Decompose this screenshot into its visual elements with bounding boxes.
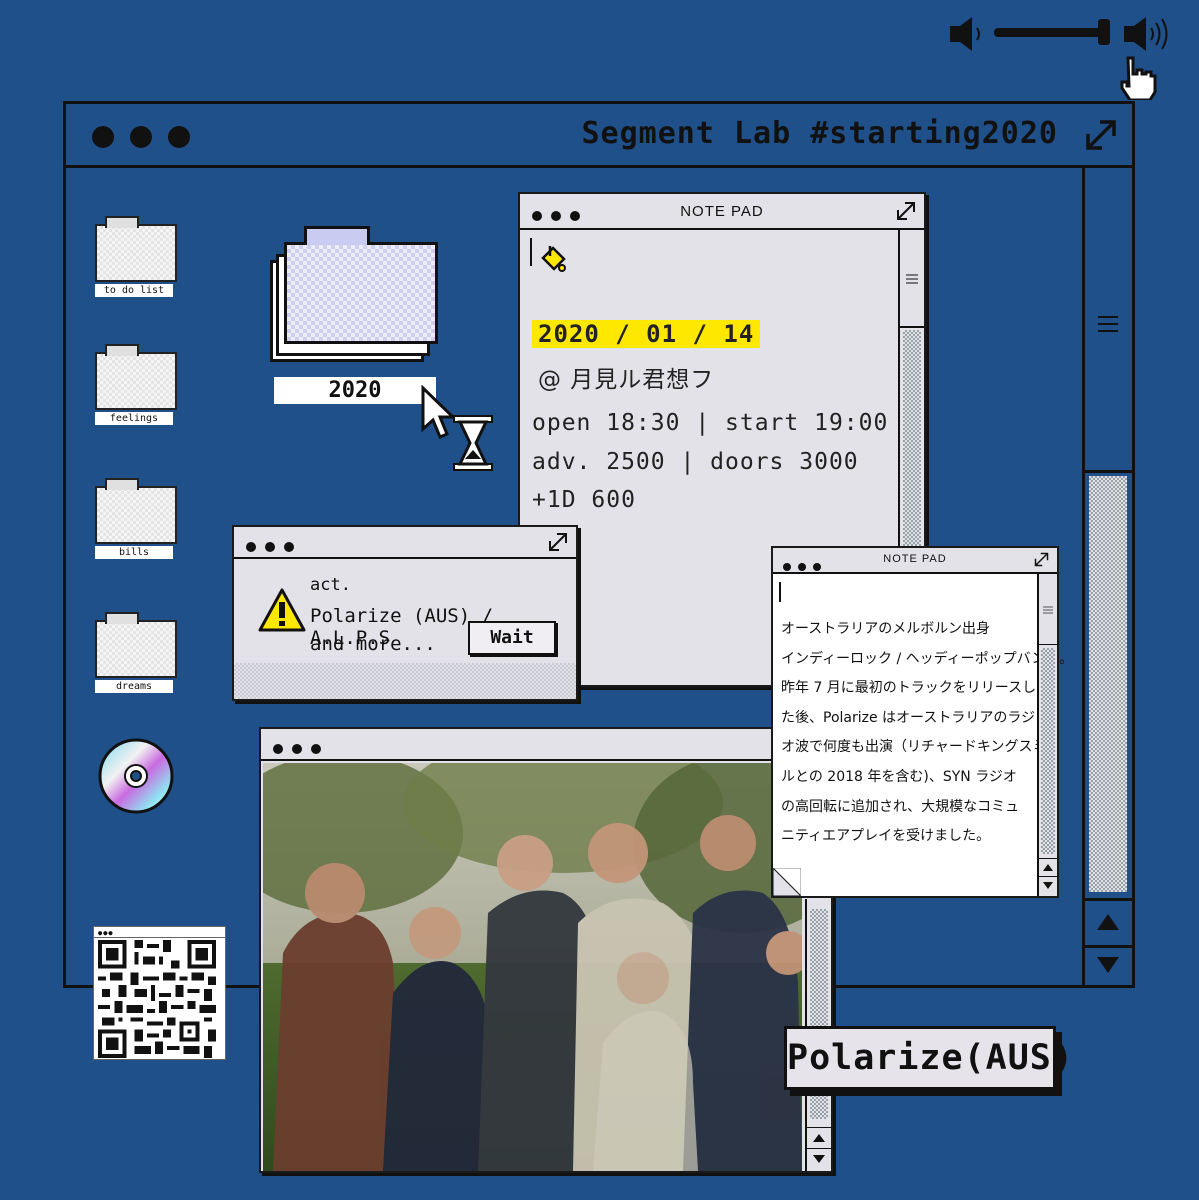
wait-button[interactable]: Wait: [468, 621, 556, 655]
arrow-up-icon: [1097, 914, 1119, 930]
description-line: 昨年 7 月に最初のトラックをリリースし: [781, 680, 1037, 696]
notepad-scrollbar[interactable]: [1037, 574, 1057, 896]
scroll-thumb[interactable]: [1039, 574, 1057, 645]
menu-lines-icon: [1043, 606, 1053, 614]
warning-icon: [258, 588, 306, 632]
event-time: open 18:30 | start 19:00: [532, 410, 889, 436]
expand-icon[interactable]: [1034, 552, 1049, 567]
folder-icon: [95, 344, 177, 410]
alert-bottom-pattern: [234, 663, 576, 699]
scroll-up-button[interactable]: [1039, 858, 1057, 877]
qr-titlebar: ●●●: [94, 927, 225, 938]
folder-feelings[interactable]: feelings: [95, 340, 177, 425]
expand-icon[interactable]: [548, 532, 568, 552]
maximize-dot[interactable]: [168, 126, 190, 148]
big-folder-label[interactable]: 2020: [274, 377, 436, 404]
photo-titlebar: [261, 729, 831, 761]
arrow-up-icon: [1043, 864, 1053, 871]
band-photo: [263, 763, 802, 1171]
folder-label: feelings: [95, 412, 173, 425]
scroll-up-button[interactable]: [1085, 898, 1132, 948]
text-caret: [530, 238, 532, 266]
scroll-down-button[interactable]: [1085, 945, 1132, 985]
alert-titlebar: [234, 527, 576, 559]
description-line: た後、Polarize はオーストラリアのラジ: [781, 710, 1036, 726]
arrow-down-icon: [813, 1155, 825, 1163]
event-drink: +1D 600: [532, 487, 636, 513]
window-controls[interactable]: [92, 126, 190, 152]
scroll-track[interactable]: [1089, 476, 1127, 892]
folder-tab: [304, 226, 370, 245]
speaker-high-icon[interactable]: [1122, 14, 1178, 54]
scroll-thumb[interactable]: [1085, 168, 1132, 473]
folder-icon: [284, 242, 438, 344]
folder-to-do-list[interactable]: to do list: [95, 212, 177, 297]
hand-cursor-icon: [1120, 56, 1157, 100]
folder-icon: [95, 478, 177, 544]
event-date: 2020 / 01 / 14: [532, 320, 761, 348]
volume-track[interactable]: [994, 28, 1106, 37]
band-name-label: Polarize(AUS): [784, 1026, 1073, 1090]
description-line: ニティエアプレイを受けました。: [781, 828, 991, 844]
notepad-body[interactable]: オーストラリアのメルボルン出身 インディーロック / ヘッディーポップバンド。 …: [773, 574, 1073, 896]
window-controls[interactable]: [246, 537, 303, 556]
hourglass-icon: [453, 415, 493, 471]
description-line: インディーロック / ヘッディーポップバンド。: [781, 651, 1074, 667]
minimize-dot[interactable]: [130, 126, 152, 148]
notepad-title: NOTE PAD: [680, 203, 764, 220]
main-window-title: Segment Lab #starting2020: [581, 116, 1058, 151]
folder-icon: [95, 216, 177, 282]
description-line: ルとの 2018 年を含む)、SYN ラジオ: [781, 769, 1017, 785]
arrow-down-icon: [1043, 882, 1053, 889]
event-venue: @ 月見ル君想フ: [538, 367, 715, 393]
photo-window[interactable]: [259, 727, 833, 1173]
text-caret: [779, 582, 781, 602]
description-line: オ波で何度も出演（リチャードキングスミ: [781, 739, 1047, 755]
act-label: act.: [310, 575, 351, 595]
expand-icon[interactable]: [896, 201, 916, 221]
scroll-down-button[interactable]: [1039, 876, 1057, 895]
qr-code: [98, 940, 216, 1058]
arrow-down-icon: [1097, 957, 1119, 973]
folder-icon: [95, 612, 177, 678]
scroll-track[interactable]: [1041, 648, 1055, 854]
folder-label: dreams: [95, 680, 173, 693]
cd-icon[interactable]: [97, 737, 175, 815]
window-controls[interactable]: [273, 739, 330, 758]
description-line: の高回転に追加され、大規模なコミュ: [781, 799, 1020, 815]
notepad-titlebar: NOTE PAD: [520, 194, 924, 230]
event-price: adv. 2500 | doors 3000: [532, 449, 859, 475]
big-folder-2020[interactable]: [268, 222, 440, 362]
folder-dreams[interactable]: dreams: [95, 608, 177, 693]
close-dot[interactable]: [92, 126, 114, 148]
notepad-window-2[interactable]: NOTE PAD オーストラリアのメルボルン出身 インディーロック / ヘッディ…: [771, 546, 1073, 898]
menu-lines-icon: [1098, 316, 1118, 332]
scroll-thumb[interactable]: [900, 230, 924, 328]
speaker-low-icon[interactable]: [948, 14, 988, 54]
arrow-cursor-icon: [421, 385, 456, 439]
scroll-up-button[interactable]: [807, 1127, 831, 1148]
menu-lines-icon: [906, 274, 918, 284]
folder-bills[interactable]: bills: [95, 474, 177, 559]
folder-label: bills: [95, 546, 173, 559]
band-photo-image: [263, 763, 802, 1171]
paint-bucket-icon: [541, 246, 566, 272]
main-scrollbar[interactable]: [1082, 168, 1132, 985]
volume-knob[interactable]: [1098, 19, 1110, 45]
arrow-up-icon: [813, 1134, 825, 1142]
qr-code-window[interactable]: ●●●: [93, 926, 226, 1060]
act-alert-window[interactable]: act. Polarize (AUS) / A.L.P.S and more..…: [232, 525, 578, 701]
expand-icon[interactable]: [1084, 118, 1118, 152]
act-more: and more...: [310, 633, 436, 655]
main-titlebar: Segment Lab #starting2020: [66, 104, 1132, 168]
folder-label: to do list: [95, 284, 173, 297]
volume-control[interactable]: [948, 10, 1178, 100]
description-line: オーストラリアのメルボルン出身: [781, 621, 991, 637]
scroll-down-button[interactable]: [807, 1148, 831, 1169]
notepad-titlebar: NOTE PAD: [773, 548, 1057, 574]
notepad-title: NOTE PAD: [883, 553, 947, 565]
page-curl-icon: [773, 868, 801, 896]
